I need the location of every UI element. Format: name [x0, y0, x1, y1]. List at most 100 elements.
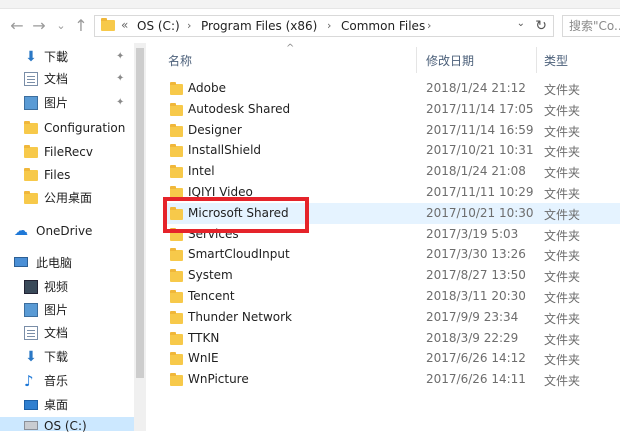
recent-locations-button[interactable]: ⌄	[50, 15, 72, 37]
nav-item-label: Files	[44, 168, 71, 182]
address-row: ← → ⌄ ↑ « OS (C:) › Program Files (x86) …	[0, 9, 620, 43]
breadcrumb-separator[interactable]: ›	[427, 19, 431, 32]
folder-icon	[101, 18, 115, 31]
file-modified-date: 2017/3/19 5:03	[426, 226, 519, 241]
column-divider[interactable]	[536, 47, 537, 73]
pin-icon[interactable]: ✦	[116, 46, 124, 68]
file-type: 文件夹	[544, 311, 581, 326]
download-icon: ⬇	[25, 49, 37, 65]
scrollbar-thumb[interactable]	[136, 48, 144, 378]
nav-item-label: 桌面	[44, 398, 69, 412]
download-icon: ⬇	[25, 349, 37, 365]
this-pc-icon	[14, 257, 28, 267]
breadcrumb-separator[interactable]: ›	[327, 19, 331, 32]
column-header-type[interactable]: 类型	[544, 52, 568, 69]
nav-item-label: 图片	[44, 303, 69, 317]
file-modified-date: 2017/10/21 10:31	[426, 143, 534, 158]
nav-item-public-desktop[interactable]: 公用桌面	[0, 187, 140, 209]
nav-item-label: 文档	[44, 326, 69, 340]
file-modified-date: 2018/1/24 21:08	[426, 164, 526, 179]
nav-item-configuration[interactable]: Configuration	[0, 117, 140, 139]
column-header-name[interactable]: 名称	[168, 52, 192, 69]
nav-item-label: 文档	[44, 72, 69, 86]
nav-item-pictures[interactable]: 图片	[0, 299, 140, 321]
nav-item-videos[interactable]: 视频	[0, 276, 140, 298]
breadcrumb-overflow[interactable]: «	[121, 18, 128, 32]
table-row[interactable]: Designer 2017/11/14 16:59 文件夹	[164, 120, 620, 141]
file-name: SmartCloudInput	[188, 247, 290, 262]
table-row[interactable]: System 2017/8/27 13:50 文件夹	[164, 265, 620, 286]
file-type: 文件夹	[544, 374, 581, 389]
forward-button[interactable]: →	[28, 15, 50, 37]
breadcrumb-os-c[interactable]: OS (C:)	[137, 19, 180, 33]
music-icon: ♪	[24, 372, 34, 390]
nav-item-os-c[interactable]: OS (C:)	[0, 415, 140, 437]
file-type: 文件夹	[544, 353, 581, 368]
file-type: 文件夹	[544, 187, 581, 201]
table-row[interactable]: Thunder Network 2017/9/9 23:34 文件夹	[164, 307, 620, 328]
file-type: 文件夹	[544, 83, 581, 97]
table-row[interactable]: Intel 2018/1/24 21:08 文件夹	[164, 161, 620, 182]
file-name: System	[188, 268, 233, 283]
address-dropdown-icon[interactable]: ⌄	[517, 18, 525, 29]
up-button[interactable]: ↑	[70, 15, 92, 37]
nav-item-label: 公用桌面	[44, 191, 93, 205]
nav-item-desktop[interactable]: 桌面	[0, 394, 140, 416]
nav-item-label: 此电脑	[36, 256, 73, 270]
sort-indicator-icon: ^	[286, 43, 295, 54]
pin-icon[interactable]: ✦	[116, 92, 124, 114]
file-modified-date: 2017/11/14 16:59	[426, 122, 534, 137]
file-modified-date: 2017/11/11 10:29	[426, 185, 534, 199]
nav-item-downloads[interactable]: ⬇ 下载	[0, 346, 140, 368]
table-row[interactable]: WnPicture 2017/6/26 14:11 文件夹	[164, 369, 620, 390]
folder-icon	[170, 248, 183, 262]
file-type: 文件夹	[544, 228, 581, 243]
nav-item-filerecv[interactable]: FileRecv	[0, 141, 140, 163]
table-row[interactable]: TTKN 2018/3/9 22:29 文件夹	[164, 328, 620, 349]
nav-item-this-pc[interactable]: 此电脑	[0, 252, 140, 274]
nav-item-music[interactable]: ♪ 音乐	[0, 370, 140, 392]
nav-item-onedrive[interactable]: ☁ OneDrive	[0, 220, 140, 242]
folder-icon	[24, 168, 38, 181]
file-name: Thunder Network	[188, 309, 292, 324]
file-type: 文件夹	[544, 291, 581, 305]
table-row[interactable]: SmartCloudInput 2017/3/30 13:26 文件夹	[164, 244, 620, 265]
folder-icon	[170, 269, 183, 283]
nav-item-pictures-quick[interactable]: 图片 ✦	[0, 92, 140, 114]
column-header-modified[interactable]: 修改日期	[426, 52, 474, 69]
file-type: 文件夹	[544, 103, 581, 118]
nav-item-label: OS (C:)	[44, 419, 87, 433]
address-bar[interactable]: « OS (C:) › Program Files (x86) › Common…	[94, 15, 554, 37]
table-row[interactable]: Adobe 2018/1/24 21:12 文件夹	[164, 78, 620, 99]
breadcrumb-program-files-x86[interactable]: Program Files (x86)	[201, 19, 317, 33]
nav-item-label: FileRecv	[44, 145, 93, 159]
pictures-icon	[24, 96, 38, 110]
search-input[interactable]: 搜索"Co...	[562, 15, 620, 37]
refresh-icon[interactable]: ↻	[535, 18, 547, 34]
folder-icon	[170, 290, 183, 303]
nav-item-documents-quick[interactable]: 文档 ✦	[0, 68, 140, 90]
nav-item-label: Configuration	[44, 121, 126, 135]
file-type: 文件夹	[544, 332, 581, 347]
file-name: Adobe	[188, 81, 226, 95]
column-divider[interactable]	[416, 47, 417, 73]
nav-item-files[interactable]: Files	[0, 164, 140, 186]
folder-icon	[170, 123, 183, 137]
table-row[interactable]: WnIE 2017/6/26 14:12 文件夹	[164, 348, 620, 369]
drive-icon	[24, 421, 38, 430]
breadcrumb-separator[interactable]: ›	[187, 19, 191, 32]
file-modified-date: 2017/11/14 17:05	[426, 101, 534, 116]
nav-item-documents[interactable]: 文档	[0, 322, 140, 344]
file-name: WnIE	[188, 351, 219, 366]
table-row[interactable]: Autodesk Shared 2017/11/14 17:05 文件夹	[164, 99, 620, 120]
breadcrumb-common-files[interactable]: Common Files	[341, 19, 425, 33]
file-modified-date: 2018/3/9 22:29	[426, 330, 519, 345]
table-row[interactable]: InstallShield 2017/10/21 10:31 文件夹	[164, 140, 620, 161]
pin-icon[interactable]: ✦	[116, 68, 124, 90]
table-row[interactable]: Tencent 2018/3/11 20:30 文件夹	[164, 286, 620, 307]
back-button[interactable]: ←	[6, 15, 28, 37]
navigation-scrollbar[interactable]	[134, 43, 146, 431]
onedrive-icon: ☁	[14, 223, 28, 239]
nav-item-downloads-quick[interactable]: ⬇ 下載 ✦	[0, 46, 140, 68]
folder-icon	[170, 310, 183, 324]
